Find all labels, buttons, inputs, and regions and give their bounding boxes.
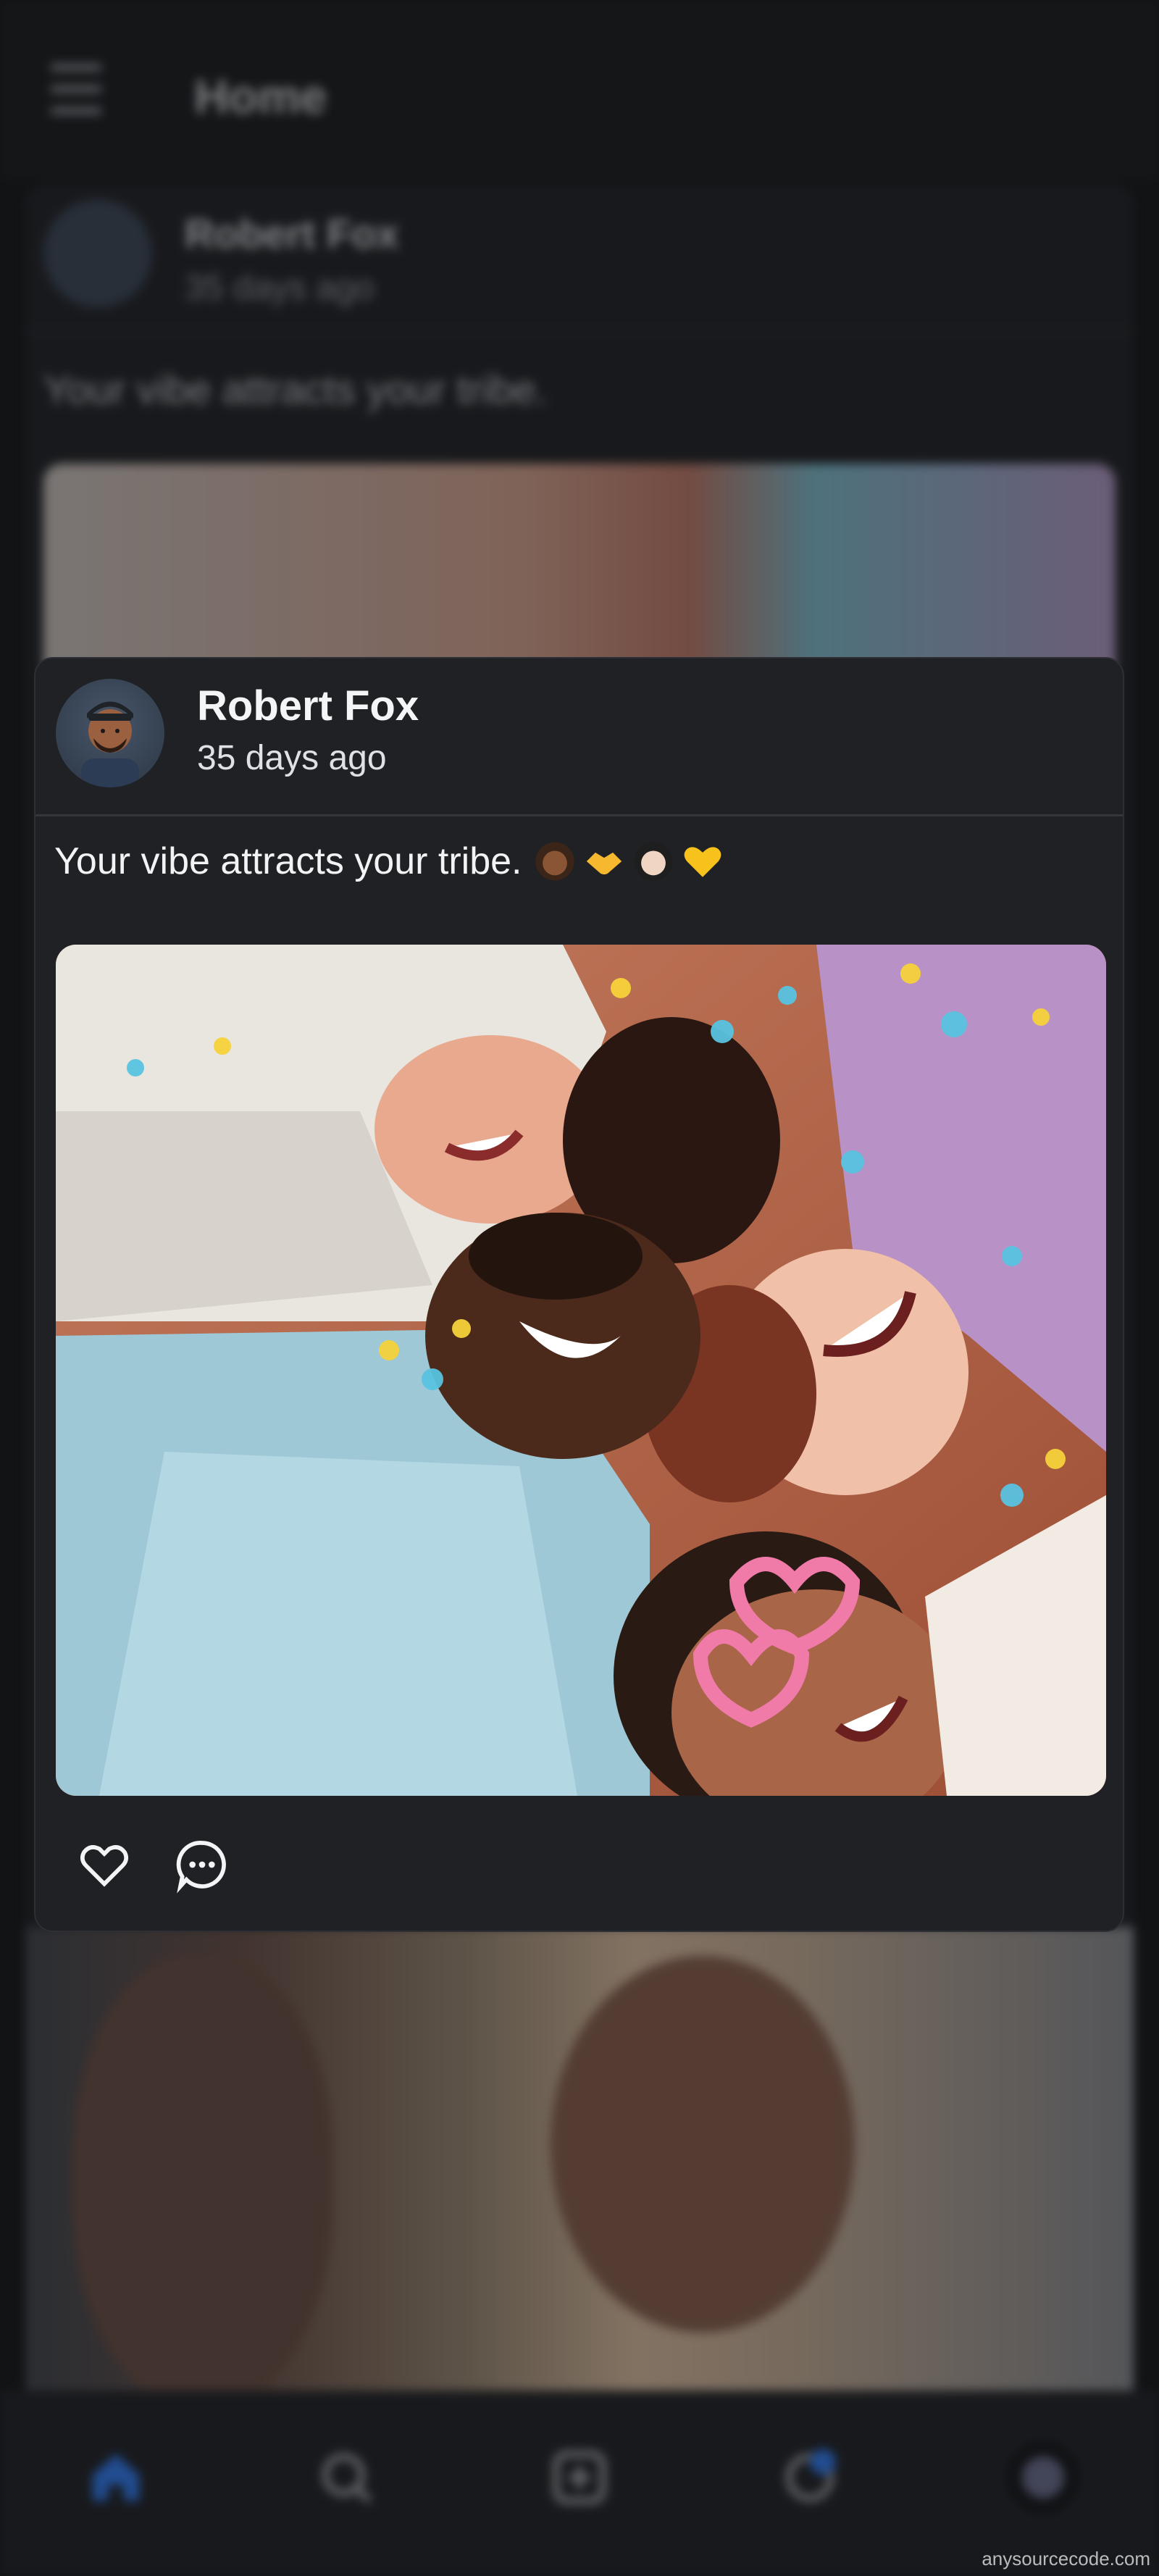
header-bar	[0, 0, 1159, 181]
next-post-person-left	[72, 1956, 333, 2405]
nav-profile-icon[interactable]	[1007, 2441, 1079, 2514]
nav-home-icon[interactable]	[80, 2441, 152, 2514]
post-card-focused: Robert Fox 35 days ago Your vibe attract…	[34, 657, 1124, 1932]
post-caption: Your vibe attracts your tribe.	[54, 840, 724, 883]
avatar-illustration-icon	[81, 701, 139, 787]
next-post-person-right	[551, 1956, 855, 2333]
friends-laughing-photo	[56, 945, 1106, 1796]
background-divider	[25, 330, 1134, 332]
author-avatar[interactable]	[56, 679, 164, 787]
person-emoji-icon	[633, 842, 673, 881]
caption-emojis	[534, 840, 724, 882]
watermark: anysourcecode.com	[982, 2548, 1150, 2569]
background-post-photo	[43, 464, 1116, 681]
background-author-name: Robert Fox	[185, 211, 399, 256]
background-avatar	[43, 199, 152, 308]
background-caption: Your vibe attracts your tribe.	[43, 367, 548, 412]
author-name[interactable]: Robert Fox	[197, 682, 419, 730]
nav-search-icon[interactable]	[310, 2441, 382, 2514]
heart-icon	[80, 1845, 129, 1887]
like-button[interactable]	[75, 1836, 133, 1894]
post-time: 35 days ago	[197, 739, 387, 777]
handshake-emoji-icon	[586, 852, 622, 875]
post-photo[interactable]	[56, 945, 1106, 1796]
nav-notification-icon[interactable]	[774, 2441, 846, 2514]
post-actions	[75, 1832, 231, 1897]
post-header: Robert Fox 35 days ago	[35, 658, 1123, 816]
comment-button[interactable]	[173, 1836, 231, 1894]
hamburger-menu-icon[interactable]	[51, 64, 101, 122]
woman-emoji-icon	[535, 842, 574, 881]
caption-text: Your vibe attracts your tribe.	[54, 840, 522, 882]
comment-dots-icon	[176, 1841, 226, 1894]
background-post-time: 35 days ago	[185, 269, 375, 307]
page-title: Home	[194, 70, 327, 123]
yellow-heart-icon	[684, 847, 721, 877]
nav-add-icon[interactable]	[543, 2441, 616, 2514]
